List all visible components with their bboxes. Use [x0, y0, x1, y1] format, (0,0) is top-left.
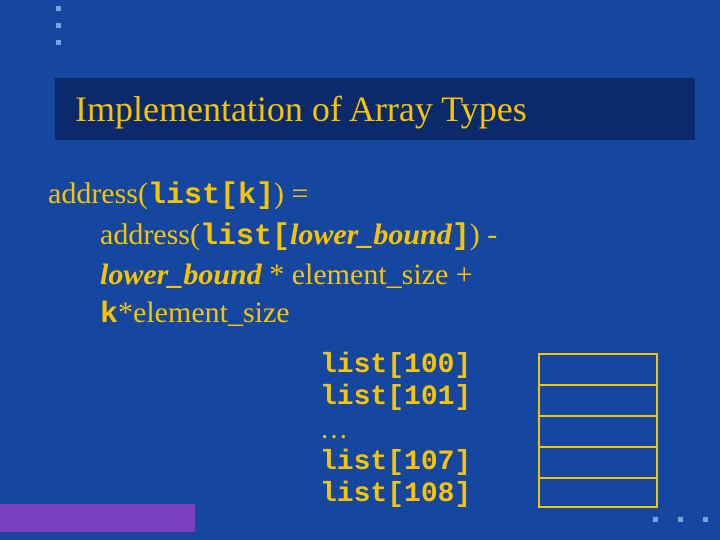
array-cell: [538, 477, 658, 508]
code-italic: lower_bound: [290, 218, 452, 251]
text: *element_size: [118, 296, 290, 329]
array-label: list[101]: [320, 382, 530, 414]
slide-title: Implementation of Array Types: [75, 88, 527, 130]
code: list[: [200, 220, 290, 254]
decorative-bullets-bottom: [653, 517, 708, 522]
text: address(: [48, 177, 148, 210]
bullet-dot: [678, 517, 683, 522]
text: ) -: [470, 218, 497, 251]
formula-block: address(list[k]) = address(list[lower_bo…: [48, 175, 688, 334]
decorative-bullets-top: [56, 6, 61, 57]
array-cell: [538, 353, 658, 384]
array-label: list[100]: [320, 350, 530, 382]
array-cell: [538, 384, 658, 415]
text: * element_size +: [262, 258, 473, 291]
title-band: Implementation of Array Types: [55, 78, 695, 140]
formula-line-1: address(list[k]) =: [48, 175, 688, 216]
text: ) =: [274, 177, 308, 210]
formula-line-3: lower_bound * element_size +: [48, 256, 688, 294]
bullet-dot: [56, 40, 61, 45]
formula-line-2: address(list[lower_bound]) -: [48, 216, 688, 257]
code: k: [100, 298, 118, 332]
array-label-ellipsis: …: [320, 414, 530, 446]
code: list[k]: [148, 179, 274, 213]
bullet-dot: [653, 517, 658, 522]
formula-line-4: k*element_size: [48, 294, 688, 335]
array-labels: list[100] list[101] … list[107] list[108…: [320, 350, 530, 511]
text: address(: [100, 218, 200, 251]
code: ]: [452, 220, 470, 254]
bullet-dot: [56, 23, 61, 28]
array-cells: [538, 353, 658, 508]
code-italic: lower_bound: [100, 258, 262, 291]
accent-bar: [0, 504, 195, 532]
array-diagram: list[100] list[101] … list[107] list[108…: [320, 350, 658, 511]
array-label: list[107]: [320, 447, 530, 479]
array-cell: [538, 415, 658, 446]
bullet-dot: [703, 517, 708, 522]
bullet-dot: [56, 6, 61, 11]
array-label: list[108]: [320, 479, 530, 511]
array-cell: [538, 446, 658, 477]
